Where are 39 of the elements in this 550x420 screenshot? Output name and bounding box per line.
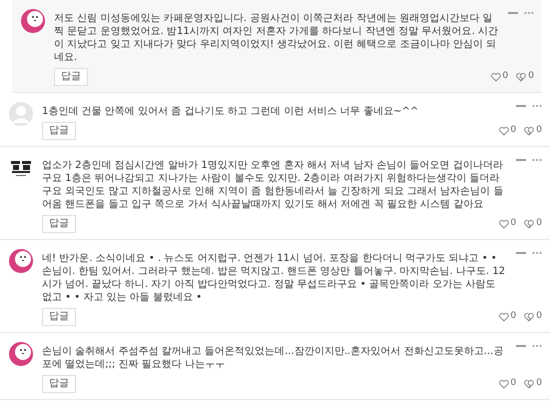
more-icon[interactable] <box>532 250 542 256</box>
comment-text: 저도 신림 미성동에있는 카페운영자입니다. 공원사건이 이쪽근처라 작년에는 원래영업시간보다 일찍 문닫고 운영했었어요. 밤11시까지 여자인 저혼자 가게를 하다보니 작년엔 정말 무서웠어요. 시간이 지났다고 잊고 지내다가 맞다 우리지역이었지! 생각났어요. 이런 혜택으로 조금이나마 안심이 되네요. <box>54 12 500 64</box>
like-count: 0 <box>510 124 516 138</box>
like-count: 0 <box>510 217 516 230</box>
broken-heart-icon[interactable] <box>524 126 534 136</box>
dislike-count: 0 <box>536 217 542 230</box>
more-icon[interactable] <box>532 157 542 163</box>
comment-text: 네! 반가운. 소식이네요 • . 뉴스도 어지럽구. 언젠가 11시 넘어. 포장을 한다더니 먹구가도 되냐고 • • 손님이. 한팀 있어서. 그러라구 했는데. 밥은 먹지않고. 핸드폰 영상만 틀어놓구. 마지막손님. 나구도. 12시가 넘어. 끝났다 하니. 자기 아직 밥다안먹었다고. 정말 무섭드라구요 • 골목안쪽이라 오가는 사람도 없고 • • 자고 있는 아들 불렀네요 • <box>42 252 506 304</box>
heart-icon[interactable] <box>498 220 509 228</box>
heart-icon[interactable] <box>498 312 509 322</box>
avatar-icon <box>20 8 46 34</box>
avatar-icon <box>8 248 34 274</box>
avatar-icon <box>8 101 34 127</box>
more-icon[interactable] <box>532 343 542 349</box>
dislike-count: 0 <box>528 70 534 84</box>
avatar-icon <box>8 341 34 367</box>
more-icon[interactable] <box>524 10 534 16</box>
dislike-count: 0 <box>536 124 542 138</box>
broken-heart-icon[interactable] <box>524 380 534 388</box>
broken-heart-icon[interactable] <box>524 312 534 322</box>
broken-heart-icon[interactable] <box>516 72 526 82</box>
comment-text: 업소가 2층인데 점심시간엔 알바가 1명있지만 오후엔 혼자 해서 저녁 남자 손님이 들어오면 겁이나더라구요 1층은 뛰어나감되고 지나가는 사람이 볼수도 있지만. 2층이라 여러가지 위험하다는생각이 들더라구요 외국인도 많고 지하철공사로 인해 지역이 좀 험한동네라서 늘 긴장하게 되요 그래서 남자손님이 들어옴 핸드폰을 들고 입구 쪽으로 가서 식사끝날때까지 있기도 해서 저에겐 꼭 필요한 시스템 같아요 <box>42 159 504 211</box>
reply-button[interactable]: 답글 <box>42 215 76 233</box>
comment-text: 1층인데 건물 안쪽에 있어서 좀 겁나기도 하고 그런데 이런 서비스 너무 좋네요~^^ <box>42 105 420 118</box>
reply-button[interactable]: 답글 <box>42 122 76 140</box>
comment-text: 손님이 술취해서 주섬주섬 칼꺼내고 들어온적있었는데...잠깐이지만..혼자있어서 전화신고도못하고...공포에 떨었는데;;; 진짜 필요했다 나는ㅜㅜ <box>42 345 504 371</box>
heart-icon[interactable] <box>498 126 509 136</box>
reply-button[interactable]: 답글 <box>54 68 88 86</box>
reply-button[interactable]: 답글 <box>42 375 76 393</box>
heart-icon[interactable] <box>498 380 509 388</box>
dislike-count: 0 <box>536 310 542 324</box>
like-count: 0 <box>510 377 516 390</box>
more-icon[interactable] <box>532 103 542 109</box>
broken-heart-icon[interactable] <box>524 220 534 228</box>
dislike-count: 0 <box>536 377 542 390</box>
like-count: 0 <box>510 310 516 324</box>
heart-icon[interactable] <box>490 72 501 82</box>
reply-button[interactable]: 답글 <box>42 308 76 326</box>
like-count: 0 <box>502 70 508 84</box>
